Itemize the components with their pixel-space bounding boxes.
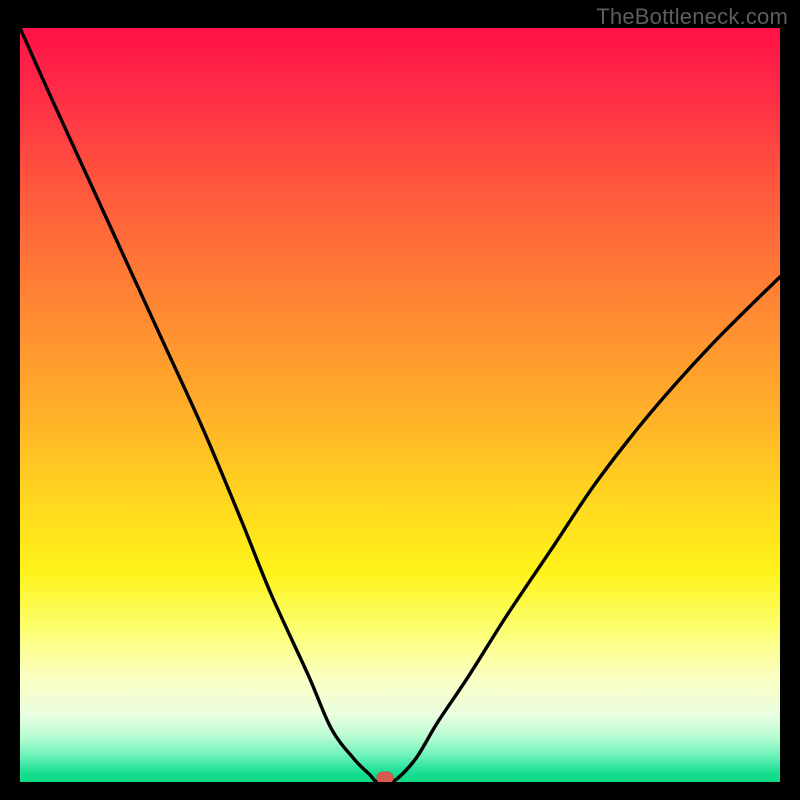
optimal-point-marker — [376, 772, 393, 783]
bottleneck-curve — [20, 28, 780, 782]
curve-path — [20, 28, 780, 782]
plot-area — [20, 28, 780, 782]
chart-frame: TheBottleneck.com — [0, 0, 800, 800]
watermark-text: TheBottleneck.com — [596, 4, 788, 30]
